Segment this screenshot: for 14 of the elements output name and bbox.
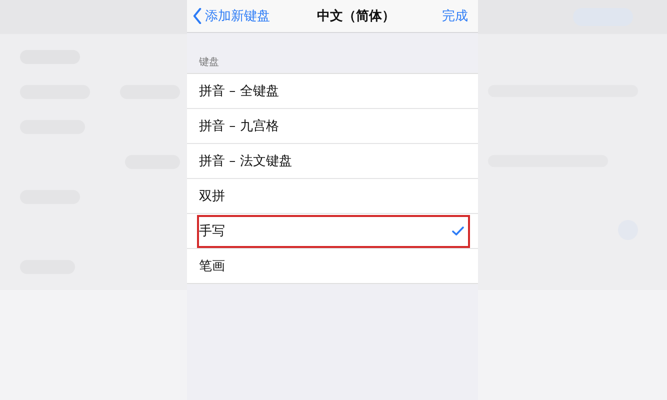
done-button[interactable]: 完成 (442, 7, 468, 25)
option-label: 双拼 (199, 188, 225, 205)
nav-title: 中文（简体） (317, 8, 395, 25)
checkmark-icon (452, 226, 464, 236)
back-button[interactable]: 添加新键盘 (193, 7, 270, 25)
option-label: 拼音 – 全键盘 (199, 83, 279, 100)
keyboard-option[interactable]: 拼音 – 全键盘 (187, 74, 478, 108)
section-header: 键盘 (198, 56, 220, 70)
keyboard-option[interactable]: 手写 (187, 213, 478, 248)
option-label: 笔画 (199, 258, 225, 275)
back-chevron-icon (193, 8, 202, 24)
option-label: 手写 (199, 223, 225, 240)
option-label: 拼音 – 法文键盘 (199, 153, 292, 170)
option-label: 拼音 – 九宫格 (199, 118, 279, 135)
